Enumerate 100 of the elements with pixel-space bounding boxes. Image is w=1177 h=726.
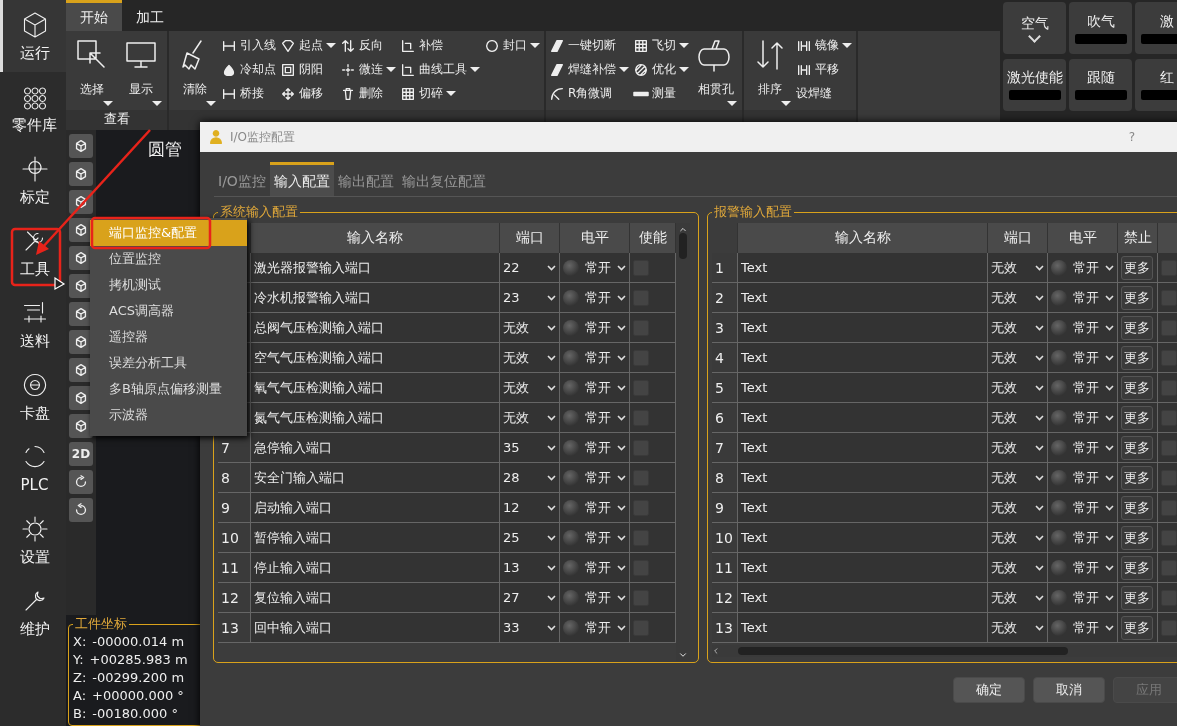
ribbon-button[interactable]: 飞切 [633,35,690,56]
ribbon-button[interactable]: 平移 [796,59,853,80]
scroll-thumb[interactable] [679,233,687,259]
ribbon-button[interactable]: 切碎 [400,83,481,104]
more-button[interactable]: 更多 [1121,585,1153,610]
port-dropdown[interactable]: 无效 [988,403,1048,433]
ribbon-button[interactable]: 冷却点 [221,59,277,80]
more-button[interactable]: 更多 [1121,615,1153,640]
sidebar-item[interactable]: 标定 [0,144,66,216]
ribbon-button[interactable]: 设焊缝 [796,83,853,104]
ribbon-button[interactable]: 起点 [280,35,337,56]
dialog-tab[interactable]: I/O监控 [214,162,270,196]
port-dropdown[interactable]: 无效 [500,313,560,343]
level-dropdown[interactable]: 常开 [1048,613,1118,643]
level-dropdown[interactable]: 常开 [560,283,630,313]
level-dropdown[interactable]: 常开 [560,553,630,583]
sidebar-item[interactable]: 运行 [0,0,66,72]
port-dropdown[interactable]: 无效 [988,313,1048,343]
port-dropdown[interactable]: 无效 [988,583,1048,613]
level-dropdown[interactable]: 常开 [560,313,630,343]
view-cube-button[interactable] [69,246,93,270]
port-dropdown[interactable]: 23 [500,283,560,313]
level-dropdown[interactable]: 常开 [560,403,630,433]
level-dropdown[interactable]: 常开 [560,523,630,553]
level-dropdown[interactable]: 常开 [560,253,630,283]
level-dropdown[interactable]: 常开 [1048,313,1118,343]
more-button[interactable]: 更多 [1121,345,1153,370]
port-dropdown[interactable]: 无效 [988,493,1048,523]
menu-item[interactable]: 误差分析工具 [90,350,247,376]
port-dropdown[interactable]: 无效 [500,373,560,403]
toggle-button[interactable]: 吹气 [1069,2,1132,54]
port-dropdown[interactable]: 无效 [988,613,1048,643]
view-cube-button[interactable] [69,134,93,158]
menu-item[interactable]: 多B轴原点偏移测量 [90,376,247,402]
level-dropdown[interactable]: 常开 [1048,493,1118,523]
ribbon-button[interactable]: 封口 [484,35,541,56]
ribbon-button[interactable]: 优化 [633,59,690,80]
port-dropdown[interactable]: 无效 [988,373,1048,403]
port-dropdown[interactable]: 25 [500,523,560,553]
sidebar-item[interactable]: 零件库 [0,72,66,144]
menu-item[interactable]: ACS调高器 [90,298,247,324]
dialog-button[interactable]: 取消 [1033,677,1105,703]
sidebar-item[interactable]: 维护 [0,576,66,648]
level-dropdown[interactable]: 常开 [1048,433,1118,463]
more-button[interactable]: 更多 [1121,285,1153,310]
view-cube-button[interactable] [69,162,93,186]
view-2d-button[interactable]: 2D [69,442,93,466]
port-dropdown[interactable]: 35 [500,433,560,463]
level-dropdown[interactable]: 常开 [1048,373,1118,403]
toggle-button[interactable]: 激光使能 [1003,58,1066,111]
ribbon-button[interactable]: 微连 [340,59,397,80]
ribbon-button[interactable]: 曲线工具 [400,59,481,80]
port-dropdown[interactable]: 无效 [988,253,1048,283]
level-dropdown[interactable]: 常开 [560,493,630,523]
menu-item[interactable]: 示波器 [90,402,247,428]
toggle-button[interactable]: 激 [1135,2,1177,54]
more-button[interactable]: 更多 [1121,375,1153,400]
view-cube-button[interactable] [69,330,93,354]
rotate-button[interactable] [69,470,93,494]
port-dropdown[interactable]: 无效 [988,433,1048,463]
sidebar-item[interactable]: 工具 [0,216,66,288]
port-dropdown[interactable]: 无效 [988,523,1048,553]
ribbon-button[interactable]: 删除 [340,83,397,104]
level-dropdown[interactable]: 常开 [1048,283,1118,313]
port-dropdown[interactable]: 28 [500,463,560,493]
view-cube-button[interactable] [69,386,93,410]
ribbon-button[interactable]: 偏移 [280,83,337,104]
level-dropdown[interactable]: 常开 [1048,403,1118,433]
level-dropdown[interactable]: 常开 [560,583,630,613]
ribbon-button[interactable]: 阴阳 [280,59,337,80]
level-dropdown[interactable]: 常开 [560,463,630,493]
more-button[interactable]: 更多 [1121,255,1153,280]
view-cube-button[interactable] [69,274,93,298]
level-dropdown[interactable]: 常开 [1048,553,1118,583]
more-button[interactable]: 更多 [1121,555,1153,580]
ribbon-button[interactable]: 反向 [340,35,397,56]
level-dropdown[interactable]: 常开 [560,433,630,463]
more-button[interactable]: 更多 [1121,525,1153,550]
port-dropdown[interactable]: 无效 [988,463,1048,493]
dialog-button[interactable]: 确定 [953,677,1025,703]
menu-item[interactable]: 拷机测试 [90,272,247,298]
menu-item[interactable]: 位置监控 [90,246,247,272]
sidebar-item[interactable]: 卡盘 [0,360,66,432]
ribbon-button[interactable]: 补偿 [400,35,481,56]
port-dropdown[interactable]: 无效 [988,553,1048,583]
level-dropdown[interactable]: 常开 [1048,253,1118,283]
port-dropdown[interactable]: 22 [500,253,560,283]
more-button[interactable]: 更多 [1121,465,1153,490]
rotate-button[interactable] [69,498,93,522]
dialog-tab[interactable]: 输入配置 [269,162,334,196]
toggle-button[interactable]: 跟随 [1069,58,1132,111]
ribbon-button[interactable]: 镜像 [796,35,853,56]
level-dropdown[interactable]: 常开 [560,373,630,403]
level-dropdown[interactable]: 常开 [1048,583,1118,613]
menu-item[interactable]: 遥控器 [90,324,247,350]
port-dropdown[interactable]: 13 [500,553,560,583]
ribbon-tab[interactable]: 加工 [122,0,178,31]
level-dropdown[interactable]: 常开 [560,343,630,373]
ribbon-button[interactable]: R角微调 [549,83,630,104]
dialog-tab[interactable]: 输出复位配置 [397,162,490,196]
